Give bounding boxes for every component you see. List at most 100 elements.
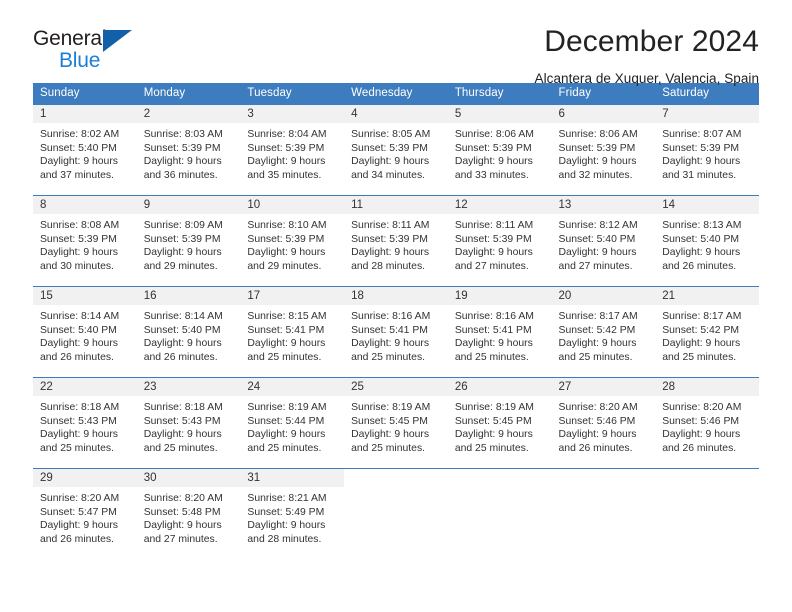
day-number: 13: [551, 196, 656, 214]
daylight-text-line2: and 26 minutes.: [40, 351, 114, 363]
daylight-text-line1: Daylight: 9 hours: [247, 247, 326, 259]
title-block: December 2024 Alcantera de Xuquer, Valen…: [535, 26, 759, 86]
daylight-text-line1: Daylight: 9 hours: [40, 338, 118, 350]
day-cell-inner: 24 Sunrise: 8:19 AM Sunset: 5:44 PM Dayligh…: [240, 378, 345, 468]
daylight-text-line2: and 27 minutes.: [454, 260, 529, 272]
calendar-day-cell[interactable]: 27 Sunrise: 8:20 AM Sunset: 5:46 PM Dayligh…: [551, 377, 656, 469]
calendar-day-cell[interactable]: 20 Sunrise: 8:17 AM Sunset: 5:42 PM Dayligh…: [551, 286, 656, 378]
calendar-day-cell[interactable]: 30 Sunrise: 8:20 AM Sunset: 5:48 PM Dayligh…: [136, 468, 241, 559]
day-details: [655, 487, 759, 492]
calendar-day-cell[interactable]: 21 Sunrise: 8:17 AM Sunset: 5:42 PM Dayligh…: [655, 286, 759, 378]
calendar-day-cell[interactable]: 26 Sunrise: 8:19 AM Sunset: 5:45 PM Dayligh…: [447, 377, 552, 469]
calendar-week-row: 22 Sunrise: 8:18 AM Sunset: 5:43 PM Dayligh…: [33, 377, 759, 469]
calendar-day-cell[interactable]: 14 Sunrise: 8:13 AM Sunset: 5:40 PM Dayligh…: [655, 195, 759, 287]
calendar-day-cell[interactable]: 4 Sunrise: 8:05 AM Sunset: 5:39 PM Daylight…: [344, 104, 448, 196]
day-cell-inner: 18 Sunrise: 8:16 AM Sunset: 5:41 PM Dayligh…: [344, 287, 448, 377]
calendar-day-cell[interactable]: 17 Sunrise: 8:15 AM Sunset: 5:41 PM Dayligh…: [240, 286, 345, 378]
sunset-text: Sunset: 5:40 PM: [143, 324, 221, 336]
calendar-day-cell[interactable]: 1 Sunrise: 8:02 AM Sunset: 5:40 PM Daylight…: [33, 104, 137, 196]
calendar-day-cell[interactable]: 9 Sunrise: 8:09 AM Sunset: 5:39 PM Daylight…: [136, 195, 241, 287]
calendar-day-cell[interactable]: 31 Sunrise: 8:21 AM Sunset: 5:49 PM Dayligh…: [240, 468, 345, 559]
calendar-day-cell[interactable]: 11 Sunrise: 8:11 AM Sunset: 5:39 PM Dayligh…: [344, 195, 448, 287]
daylight-text-line1: Daylight: 9 hours: [662, 429, 741, 441]
calendar-day-cell[interactable]: 15 Sunrise: 8:14 AM Sunset: 5:40 PM Dayligh…: [33, 286, 137, 378]
weekday-header-sunday: Sunday: [33, 83, 137, 105]
day-number: 7: [655, 105, 759, 123]
day-cell-inner: 25 Sunrise: 8:19 AM Sunset: 5:45 PM Dayligh…: [344, 378, 448, 468]
calendar-day-cell[interactable]: 10 Sunrise: 8:10 AM Sunset: 5:39 PM Dayligh…: [240, 195, 345, 287]
calendar-day-cell[interactable]: 13 Sunrise: 8:12 AM Sunset: 5:40 PM Dayligh…: [551, 195, 656, 287]
calendar-day-cell[interactable]: 6 Sunrise: 8:06 AM Sunset: 5:39 PM Daylight…: [551, 104, 656, 196]
sunrise-text: Sunrise: 8:13 AM: [662, 220, 742, 231]
daylight-text-line2: and 29 minutes.: [247, 260, 322, 272]
day-cell-inner: 10 Sunrise: 8:10 AM Sunset: 5:39 PM Dayligh…: [240, 196, 345, 286]
logo-text-general: General: [33, 27, 107, 50]
day-number: 26: [447, 378, 552, 396]
day-details: Sunrise: 8:06 AM Sunset: 5:39 PM Daylight:…: [552, 123, 656, 182]
daylight-text-line2: and 26 minutes.: [143, 351, 218, 363]
calendar-day-cell[interactable]: 16 Sunrise: 8:14 AM Sunset: 5:40 PM Dayligh…: [136, 286, 241, 378]
day-number: 14: [655, 196, 759, 214]
day-details: Sunrise: 8:04 AM Sunset: 5:39 PM Daylight:…: [240, 123, 344, 182]
day-number: 17: [240, 287, 345, 305]
day-number: 12: [447, 196, 552, 214]
generalblue-logo[interactable]: General Blue: [33, 26, 143, 74]
daylight-text-line1: Daylight: 9 hours: [558, 338, 637, 350]
day-number: 5: [447, 105, 552, 123]
calendar-day-cell[interactable]: 28 Sunrise: 8:20 AM Sunset: 5:46 PM Dayligh…: [655, 377, 759, 469]
day-number: 23: [136, 378, 241, 396]
day-cell-inner: 6 Sunrise: 8:06 AM Sunset: 5:39 PM Daylight…: [551, 105, 656, 195]
weekday-header-monday: Monday: [136, 83, 241, 105]
calendar-day-cell[interactable]: 2 Sunrise: 8:03 AM Sunset: 5:39 PM Daylight…: [136, 104, 241, 196]
day-number: [344, 469, 448, 487]
sunrise-text: Sunrise: 8:06 AM: [454, 129, 534, 140]
daylight-text-line1: Daylight: 9 hours: [143, 338, 222, 350]
day-details: Sunrise: 8:06 AM Sunset: 5:39 PM Daylight:…: [448, 123, 552, 182]
day-details: Sunrise: 8:20 AM Sunset: 5:46 PM Daylight:…: [552, 396, 656, 455]
sunrise-text: Sunrise: 8:11 AM: [454, 220, 534, 231]
calendar-day-cell[interactable]: 25 Sunrise: 8:19 AM Sunset: 5:45 PM Dayligh…: [344, 377, 448, 469]
calendar-day-cell[interactable]: 24 Sunrise: 8:19 AM Sunset: 5:44 PM Dayligh…: [240, 377, 345, 469]
calendar-day-cell[interactable]: 5 Sunrise: 8:06 AM Sunset: 5:39 PM Daylight…: [447, 104, 552, 196]
calendar-day-cell[interactable]: 23 Sunrise: 8:18 AM Sunset: 5:43 PM Dayligh…: [136, 377, 241, 469]
daylight-text-line2: and 26 minutes.: [662, 260, 737, 272]
calendar-day-cell[interactable]: 7 Sunrise: 8:07 AM Sunset: 5:39 PM Daylight…: [655, 104, 759, 196]
day-cell-inner: 11 Sunrise: 8:11 AM Sunset: 5:39 PM Dayligh…: [344, 196, 448, 286]
daylight-text-line1: Daylight: 9 hours: [40, 247, 118, 259]
day-cell-inner: 9 Sunrise: 8:09 AM Sunset: 5:39 PM Daylight…: [136, 196, 241, 286]
calendar-day-cell[interactable]: 12 Sunrise: 8:11 AM Sunset: 5:39 PM Dayligh…: [447, 195, 552, 287]
day-details: Sunrise: 8:17 AM Sunset: 5:42 PM Daylight:…: [552, 305, 656, 364]
calendar-day-cell[interactable]: 8 Sunrise: 8:08 AM Sunset: 5:39 PM Daylight…: [33, 195, 137, 287]
calendar-day-cell[interactable]: 29 Sunrise: 8:20 AM Sunset: 5:47 PM Dayligh…: [33, 468, 137, 559]
page-header: General Blue December 2024 Alcantera de …: [33, 0, 759, 86]
day-number: 29: [33, 469, 137, 487]
calendar-day-cell[interactable]: 22 Sunrise: 8:18 AM Sunset: 5:43 PM Dayligh…: [33, 377, 137, 469]
sunrise-text: Sunrise: 8:08 AM: [40, 220, 120, 231]
sunrise-text: Sunrise: 8:02 AM: [40, 129, 120, 140]
sunset-text: Sunset: 5:39 PM: [558, 142, 636, 154]
daylight-text-line2: and 30 minutes.: [40, 260, 114, 272]
daylight-text-line1: Daylight: 9 hours: [662, 156, 741, 168]
sunset-text: Sunset: 5:41 PM: [454, 324, 532, 336]
day-number: 9: [136, 196, 241, 214]
sunset-text: Sunset: 5:39 PM: [143, 233, 221, 245]
daylight-text-line1: Daylight: 9 hours: [662, 247, 741, 259]
daylight-text-line2: and 27 minutes.: [143, 533, 218, 545]
sunrise-text: Sunrise: 8:09 AM: [143, 220, 223, 231]
triangle-icon: [103, 30, 132, 52]
sunset-text: Sunset: 5:47 PM: [40, 506, 117, 518]
daylight-text-line1: Daylight: 9 hours: [558, 156, 637, 168]
day-details: [448, 487, 552, 492]
sunrise-text: Sunrise: 8:16 AM: [351, 311, 431, 322]
daylight-text-line1: Daylight: 9 hours: [454, 247, 533, 259]
daylight-text-line1: Daylight: 9 hours: [247, 429, 326, 441]
daylight-text-line2: and 35 minutes.: [247, 169, 322, 181]
weekday-header-thursday: Thursday: [447, 83, 552, 105]
sunrise-text: Sunrise: 8:20 AM: [558, 402, 638, 413]
sunrise-text: Sunrise: 8:20 AM: [143, 493, 223, 504]
daylight-text-line2: and 36 minutes.: [143, 169, 218, 181]
calendar-day-cell[interactable]: 18 Sunrise: 8:16 AM Sunset: 5:41 PM Dayligh…: [344, 286, 448, 378]
calendar-day-cell[interactable]: 19 Sunrise: 8:16 AM Sunset: 5:41 PM Dayligh…: [447, 286, 552, 378]
calendar-day-cell[interactable]: 3 Sunrise: 8:04 AM Sunset: 5:39 PM Daylight…: [240, 104, 345, 196]
day-details: Sunrise: 8:08 AM Sunset: 5:39 PM Daylight:…: [33, 214, 137, 273]
